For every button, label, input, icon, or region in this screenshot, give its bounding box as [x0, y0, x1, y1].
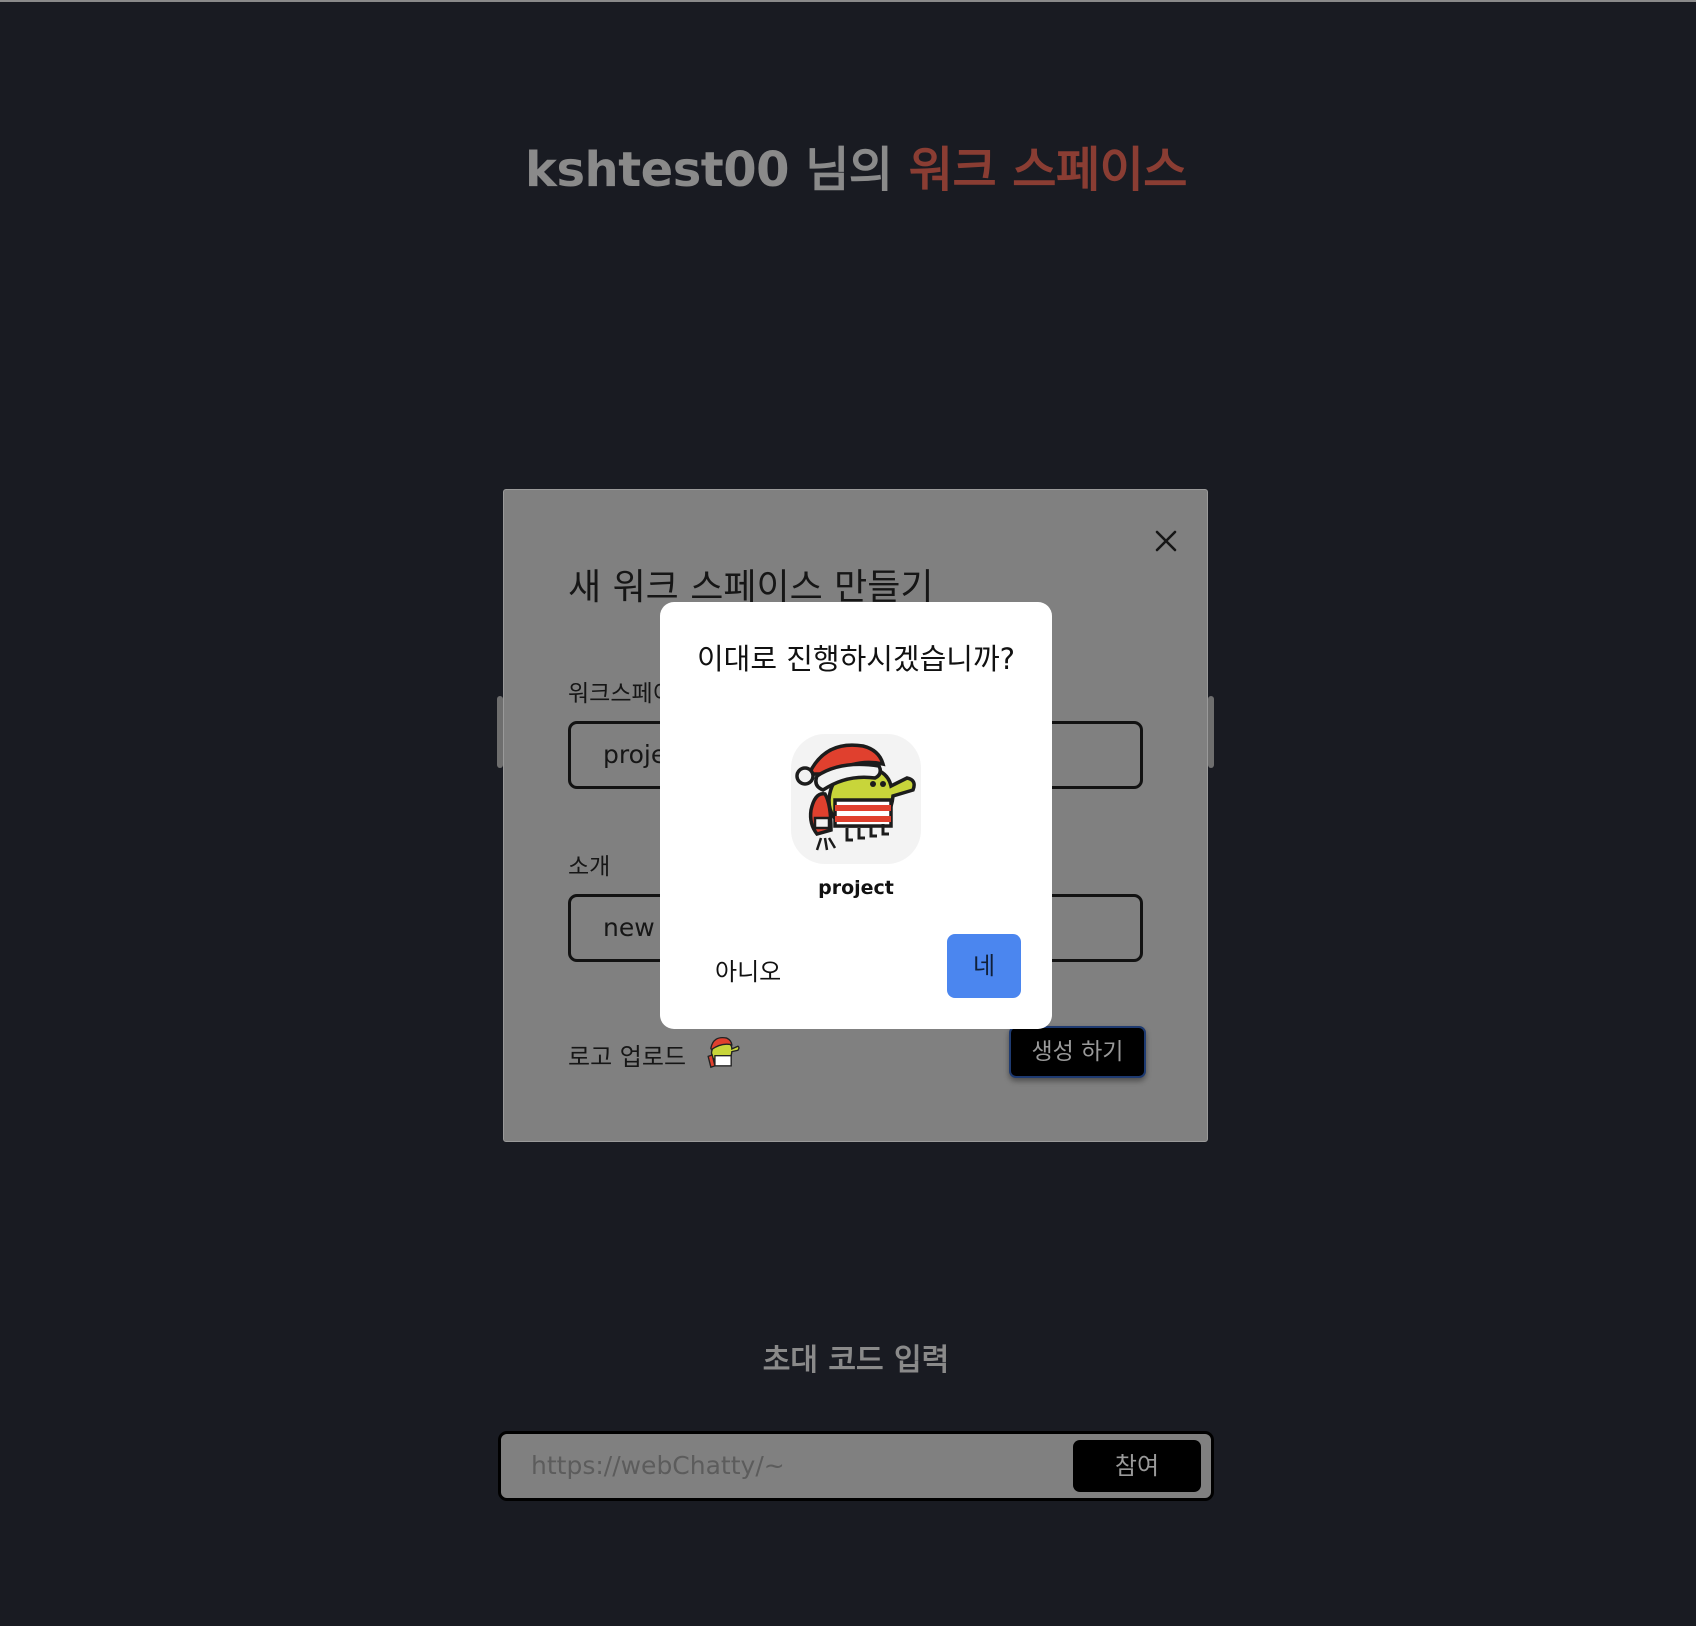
no-button[interactable]: 아니오	[715, 952, 781, 987]
confirm-question: 이대로 진행하시겠습니까?	[696, 642, 1016, 676]
logo-thumbnail[interactable]	[698, 1032, 742, 1076]
invite-code-input[interactable]	[531, 1434, 1031, 1498]
title-user: kshtest00 님의	[525, 142, 893, 198]
invite-title: 초대 코드 입력	[762, 1343, 950, 1378]
close-icon[interactable]	[1151, 526, 1181, 556]
confirm-workspace-name: project	[818, 877, 894, 899]
workspace-name-label: 워크스페이	[568, 681, 674, 707]
logo-upload-label: 로고 업로드	[568, 1043, 687, 1071]
yes-button[interactable]: 네	[947, 934, 1021, 998]
intro-label: 소개	[568, 854, 611, 880]
invite-code-box: 참여	[498, 1431, 1214, 1501]
doodle-jump-logo-icon	[791, 734, 921, 864]
title-accent: 워크 스페이스	[908, 142, 1188, 198]
workspace-page: kshtest00 님의 워크 스페이스 새 워크 스페이스 만들기 워크스페이…	[0, 0, 1696, 1626]
confirm-dialog: 이대로 진행하시겠습니까? project 아니오 네	[660, 602, 1052, 1029]
create-button[interactable]: 생성 하기	[1009, 1026, 1146, 1078]
page-title: kshtest00 님의 워크 스페이스	[0, 130, 1696, 200]
modal-right-edge	[1208, 696, 1214, 768]
join-button[interactable]: 참여	[1073, 1440, 1201, 1492]
